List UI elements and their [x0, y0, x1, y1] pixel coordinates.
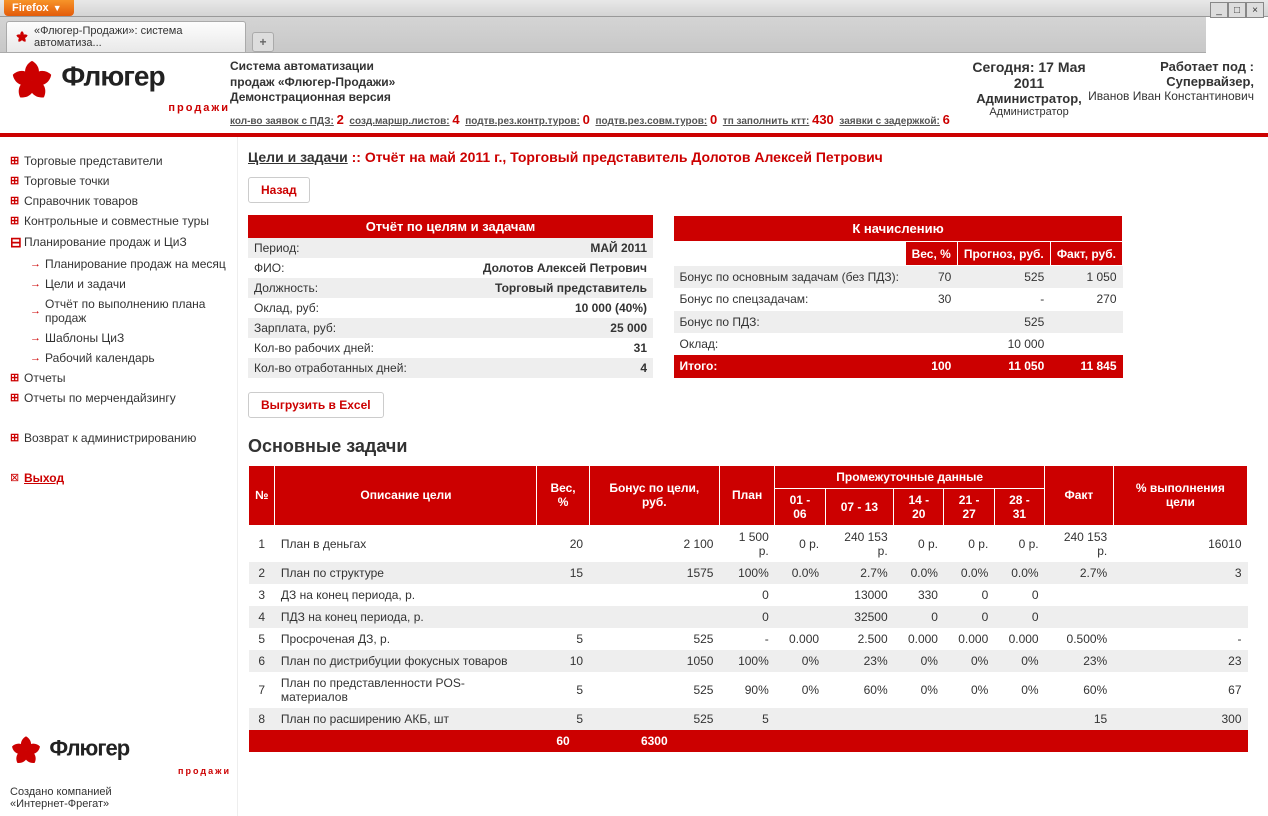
sidebar-item-points[interactable]: ⊞Торговые точки [10, 171, 231, 191]
minimize-button[interactable]: _ [1210, 2, 1228, 18]
close-button[interactable]: × [1246, 2, 1264, 18]
logo-text: Флюгер [61, 61, 164, 92]
back-button[interactable]: Назад [248, 177, 310, 203]
stat-delayed[interactable]: заявки с задержкой: [839, 116, 940, 127]
stat-pdz[interactable]: кол-во заявок с ПДЗ: [230, 116, 334, 127]
calc-header: К начислению [674, 215, 1123, 242]
maximize-button[interactable]: □ [1228, 2, 1246, 18]
content-area: Цели и задачи :: Отчёт на май 2011 г., Т… [238, 137, 1268, 816]
sidebar-item-return-admin[interactable]: ⊞Возврат к администрированию [10, 428, 231, 448]
calculation-table: К начислению Вес, %Прогноз, руб.Факт, ру… [673, 215, 1123, 378]
firefox-menu-button[interactable]: Firefox▼ [4, 0, 74, 16]
main-tasks-heading: Основные задачи [248, 436, 1248, 457]
browser-tab[interactable]: «Флюгер-Продажи»: система автоматиза... [6, 21, 246, 52]
tasks-table: № Описание цели Вес, % Бонус по цели, ру… [248, 465, 1248, 752]
sidebar-item-goods[interactable]: ⊞Справочник товаров [10, 191, 231, 211]
stat-ctrl-tours[interactable]: подтв.рез.контр.туров: [465, 116, 580, 127]
stat-route[interactable]: созд.маршр.листов: [349, 116, 449, 127]
table-row: 5Просроченая ДЗ, р.5525-0.0002.5000.0000… [249, 628, 1248, 650]
tab-favicon [15, 30, 29, 44]
table-row: 7План по представленности POS-материалов… [249, 672, 1248, 708]
logo: Флюгер продажи [10, 59, 230, 131]
table-row: 6План по дистрибуции фокусных товаров101… [249, 650, 1248, 672]
table-row: 8План по расширению АКБ, шт5525515300 [249, 708, 1248, 730]
sidebar: ⊞Торговые представители ⊞Торговые точки … [0, 137, 238, 816]
sidebar-sub-report[interactable]: →Отчёт по выполнению плана продаж [10, 294, 231, 328]
tabs-bar: «Флюгер-Продажи»: система автоматиза... … [0, 17, 1206, 53]
report-info-table: Отчёт по целям и задачам Период:МАЙ 2011… [248, 215, 653, 378]
sidebar-item-tours[interactable]: ⊞Контрольные и совместные туры [10, 211, 231, 231]
table-row: 1План в деньгах202 1001 500 р.0 р.240 15… [249, 525, 1248, 562]
tab-title: «Флюгер-Продажи»: система автоматиза... [34, 25, 237, 49]
table-row: 2План по структуре151575100%0.0%2.7%0.0%… [249, 562, 1248, 584]
footer-created: Создано компанией «Интернет-Фрегат» [10, 786, 231, 810]
sidebar-item-planning[interactable]: ⊟Планирование продаж и ЦиЗ [10, 231, 231, 254]
table-row: 4ПДЗ на конец периода, р.032500000 [249, 606, 1248, 628]
company-link[interactable]: «Интернет-Фрегат» [10, 798, 109, 810]
sidebar-sub-goals[interactable]: →Цели и задачи [10, 274, 231, 294]
new-tab-button[interactable]: + [252, 32, 274, 52]
sidebar-sub-month-plan[interactable]: →Планирование продаж на месяц [10, 254, 231, 274]
sidebar-item-exit[interactable]: ⊠Выход [10, 468, 231, 488]
export-excel-button[interactable]: Выгрузить в Excel [248, 392, 384, 418]
report-info-header: Отчёт по целям и задачам [248, 215, 653, 238]
sidebar-item-reports[interactable]: ⊞Отчеты [10, 368, 231, 388]
logo-icon [10, 59, 54, 106]
breadcrumb-current: Отчёт на май 2011 г., Торговый представи… [365, 149, 883, 165]
stat-joint-tours[interactable]: подтв.рез.совм.туров: [595, 116, 707, 127]
stat-ktt[interactable]: тп заполнить ктт: [723, 116, 810, 127]
sidebar-item-merch[interactable]: ⊞Отчеты по мерчендайзингу [10, 388, 231, 408]
date-block: Сегодня: 17 Мая 2011 Администратор, Адми… [970, 59, 1088, 131]
browser-chrome: Firefox▼ _ □ × [0, 0, 1268, 17]
sidebar-sub-calendar[interactable]: →Рабочий календарь [10, 348, 231, 368]
sidebar-sub-templates[interactable]: →Шаблоны ЦиЗ [10, 328, 231, 348]
sidebar-item-reps[interactable]: ⊞Торговые представители [10, 151, 231, 171]
footer-logo: Флюгер продажи [10, 735, 231, 776]
app-header: Флюгер продажи Система автоматизации про… [0, 53, 1268, 137]
table-row: 3ДЗ на конец периода, р.01300033000 [249, 584, 1248, 606]
breadcrumb: Цели и задачи :: Отчёт на май 2011 г., Т… [248, 149, 1248, 165]
works-under-block: Работает под : Супервайзер, Иванов Иван … [1088, 59, 1254, 131]
breadcrumb-root[interactable]: Цели и задачи [248, 149, 348, 165]
system-description: Система автоматизации продаж «Флюгер-Про… [230, 59, 970, 131]
